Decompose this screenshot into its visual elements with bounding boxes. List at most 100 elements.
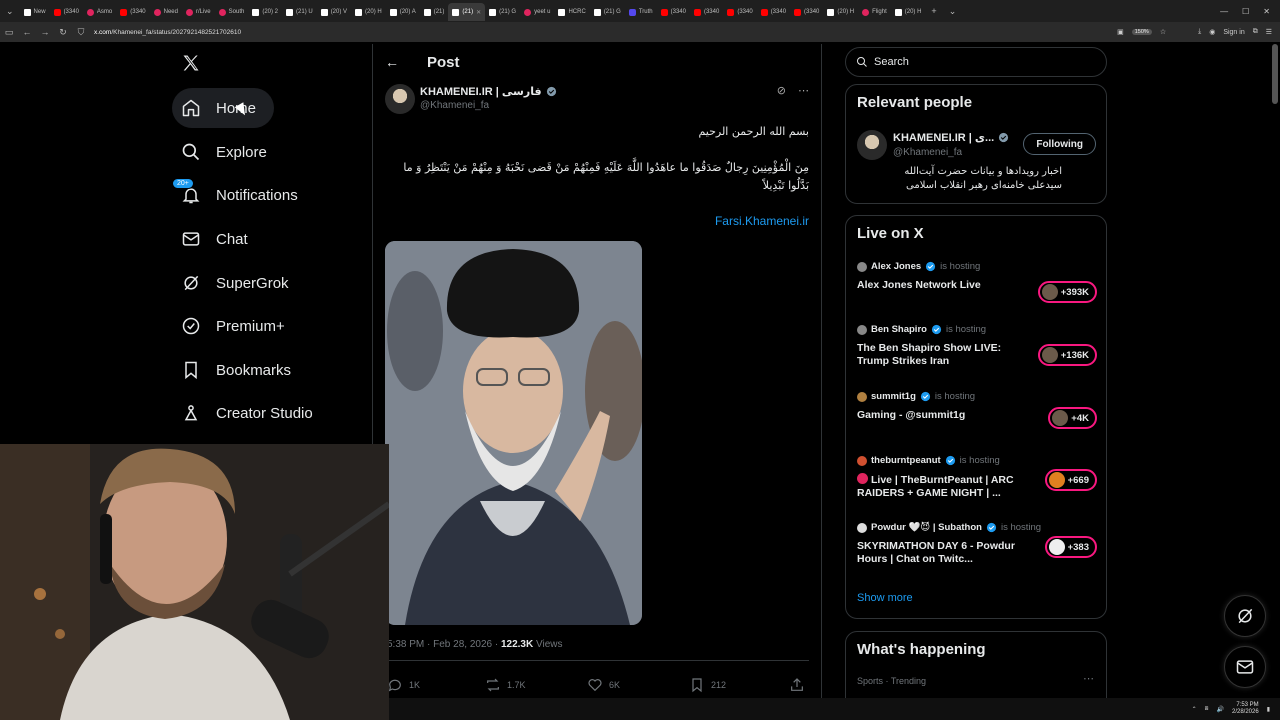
browser-tab[interactable]: (20) V bbox=[317, 3, 351, 21]
live-listener-count[interactable]: +383 bbox=[1044, 536, 1097, 558]
browser-tab[interactable]: (3340 bbox=[657, 3, 690, 21]
show-more-link[interactable]: Show more bbox=[857, 592, 913, 604]
minimize-icon[interactable]: — bbox=[1220, 7, 1228, 16]
live-listener-count[interactable]: +4K bbox=[1048, 407, 1097, 429]
browser-tab[interactable]: (3340 bbox=[723, 3, 756, 21]
browser-tab[interactable]: (21) bbox=[420, 3, 449, 21]
nav-premium[interactable]: Premium+ bbox=[172, 306, 303, 346]
nav-creator-studio[interactable]: Creator Studio bbox=[172, 393, 331, 433]
tray-chevron-icon[interactable]: ⌃ bbox=[1192, 706, 1197, 713]
following-button[interactable]: Following bbox=[1023, 133, 1096, 155]
live-listener-count[interactable]: +393K bbox=[1037, 281, 1097, 303]
listener-count-text: +383 bbox=[1067, 541, 1089, 553]
browser-tab[interactable]: (20) H bbox=[891, 3, 926, 21]
avatar[interactable] bbox=[857, 130, 887, 160]
avatar[interactable] bbox=[385, 84, 415, 114]
nav-explore[interactable]: Explore bbox=[172, 132, 285, 172]
grok-icon[interactable]: ⊘ bbox=[777, 84, 786, 97]
browser-tab[interactable]: Asmo bbox=[83, 3, 116, 21]
listener-avatar bbox=[1048, 539, 1065, 555]
star-icon[interactable]: ☆ bbox=[1160, 28, 1166, 36]
tab-label: (21) G bbox=[499, 9, 517, 15]
browser-tab[interactable]: (3340 bbox=[790, 3, 823, 21]
browser-tab[interactable]: Flight bbox=[858, 3, 891, 21]
download-icon[interactable]: ⤓ bbox=[1198, 28, 1201, 36]
author-handle[interactable]: @Khamenei_fa bbox=[420, 100, 489, 111]
browser-tab[interactable]: (21) G bbox=[590, 3, 625, 21]
shield-icon[interactable]: ⛉ bbox=[72, 27, 90, 38]
nav-notifications[interactable]: 20+ Notifications bbox=[172, 175, 316, 215]
browser-tab[interactable]: South bbox=[215, 3, 249, 21]
maximize-icon[interactable]: ☐ bbox=[1242, 7, 1249, 16]
nav-bookmarks[interactable]: Bookmarks bbox=[172, 350, 309, 390]
nav-home[interactable]: Home bbox=[172, 88, 275, 128]
browser-tab[interactable]: r/Live bbox=[182, 3, 215, 21]
share-icon bbox=[791, 678, 803, 691]
browser-tab[interactable]: (20) H bbox=[823, 3, 858, 21]
relevant-person-name[interactable]: KHAMENEI.IR | ی... bbox=[893, 131, 1009, 144]
browser-tab[interactable]: (20) 2 bbox=[248, 3, 282, 21]
zoom-level[interactable]: 150% bbox=[1131, 29, 1152, 35]
account-icon[interactable]: ◉ bbox=[1209, 28, 1215, 36]
tab-close-icon[interactable]: ✕ bbox=[476, 9, 481, 16]
live-listener-count[interactable]: +669 bbox=[1044, 469, 1097, 491]
browser-tab[interactable]: HCRC bbox=[554, 3, 589, 21]
sidebar-toggle-icon[interactable]: ▭ bbox=[0, 27, 18, 38]
reload-icon[interactable]: ↻ bbox=[54, 27, 72, 38]
bookmark-button[interactable]: 212 bbox=[689, 677, 726, 693]
post-link[interactable]: Farsi.Khamenei.ir bbox=[715, 214, 809, 228]
browser-tab[interactable]: (20) H bbox=[351, 3, 386, 21]
nav-chat[interactable]: Chat bbox=[172, 219, 266, 259]
network-icon[interactable]: ⧈ bbox=[1205, 706, 1209, 713]
search-input[interactable]: Search bbox=[845, 47, 1107, 77]
like-count: 6K bbox=[609, 680, 621, 690]
url-field[interactable]: x.com/Khamenei_fa/status/202792148252170… bbox=[94, 29, 241, 36]
notification-center-icon[interactable]: ▮ bbox=[1267, 706, 1270, 713]
browser-tab[interactable]: (3340 bbox=[690, 3, 723, 21]
reader-icon[interactable]: ▣ bbox=[1117, 28, 1124, 36]
browser-tab[interactable]: (3340 bbox=[116, 3, 149, 21]
signin-label[interactable]: Sign in bbox=[1223, 29, 1244, 36]
browser-tab[interactable]: (21) U bbox=[282, 3, 317, 21]
tab-overflow-icon[interactable]: ⌄ bbox=[943, 6, 963, 17]
tab-label: (21) bbox=[462, 9, 474, 15]
tab-favicon-icon bbox=[53, 8, 61, 16]
browser-tab[interactable]: yeet u bbox=[520, 3, 554, 21]
messages-fab-button[interactable] bbox=[1224, 646, 1266, 688]
browser-tab[interactable]: Truth bbox=[625, 3, 657, 21]
like-button[interactable]: 6K bbox=[587, 677, 620, 693]
author-name[interactable]: KHAMENEI.IR | فارسی bbox=[420, 85, 557, 98]
back-icon[interactable]: ← bbox=[18, 27, 36, 37]
reply-button[interactable]: 1K bbox=[387, 677, 420, 693]
browser-tab[interactable]: Need bbox=[150, 3, 182, 21]
volume-icon[interactable]: 🔊 bbox=[1217, 706, 1224, 713]
grok-fab-button[interactable] bbox=[1224, 595, 1266, 637]
host-avatar bbox=[857, 324, 867, 335]
repost-button[interactable]: 1.7K bbox=[485, 677, 526, 693]
browser-tab[interactable]: (21) G bbox=[485, 3, 520, 21]
clock[interactable]: 7:53 PM 2/28/2026 bbox=[1232, 702, 1259, 716]
post-author: KHAMENEI.IR | فارسی @Khamenei_fa ⊘ ⋯ bbox=[385, 84, 809, 118]
back-arrow-icon[interactable]: ← bbox=[385, 54, 415, 70]
menu-icon[interactable]: ☰ bbox=[1266, 28, 1272, 36]
browser-tab[interactable]: (20) A bbox=[386, 3, 420, 21]
forward-icon[interactable]: → bbox=[36, 27, 54, 37]
new-tab-button[interactable]: + bbox=[925, 6, 942, 16]
browser-tab[interactable]: (3340 bbox=[757, 3, 790, 21]
browser-tab[interactable]: New bbox=[20, 3, 50, 21]
tab-favicon-icon bbox=[524, 8, 532, 16]
live-listener-count[interactable]: +136K bbox=[1037, 344, 1097, 366]
extensions-icon[interactable]: ⧉ bbox=[1253, 28, 1258, 36]
tab-list-icon[interactable]: ⌄ bbox=[0, 6, 20, 17]
share-button[interactable] bbox=[789, 677, 805, 693]
close-icon[interactable]: ✕ bbox=[1263, 7, 1270, 16]
post-image[interactable] bbox=[385, 241, 642, 625]
browser-tab[interactable]: (21) ✕ bbox=[448, 3, 486, 21]
listener-count-text: +669 bbox=[1067, 474, 1089, 486]
more-icon[interactable]: ⋯ bbox=[1083, 672, 1094, 685]
browser-tab[interactable]: (3340 bbox=[50, 3, 83, 21]
x-logo-icon[interactable] bbox=[181, 53, 201, 73]
nav-supergrok[interactable]: SuperGrok bbox=[172, 263, 307, 303]
more-icon[interactable]: ⋯ bbox=[798, 84, 809, 97]
scrollbar[interactable] bbox=[1272, 44, 1278, 104]
